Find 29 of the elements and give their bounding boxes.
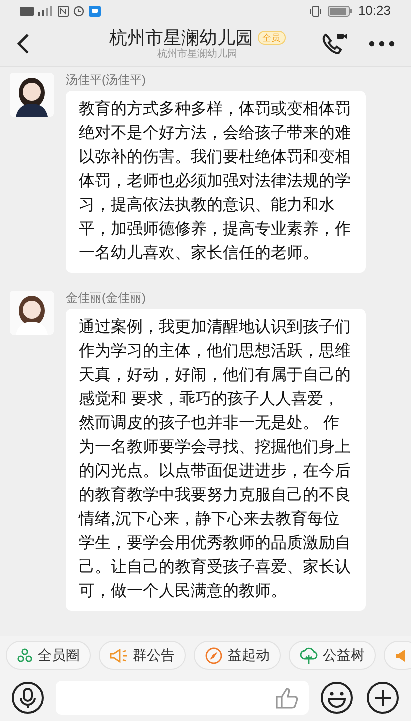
message-bubble: 教育的方式多种多样，体罚或变相体罚绝对不是个好方法，会给孩子带来的难以弥补的伤害。我们要杜绝体罚和变相体罚，老师也必须加强对法律法规的学习，提高依法执教的意识、能力和水平，加强师德修养，提高专业素养，作一名幼儿喜欢、家长信任的老师。 (66, 91, 366, 273)
message-bubble: 通过案例，我更加清醒地认识到孩子们作为学习的主体，他们思想活跃，思维天真，好动，好闹，他们有属于自己的感觉和 要求，乖巧的孩子人人喜爱，然而调皮的孩子也并非一无是处。 作为一名教师要学会寻找、挖掘他们身上的闪光点。以点带面促进进步，在今后的教育教学中我要努力克服自己的不良情绪,沉下心来，静下心来去教育每位学生，要学会用优秀教师的品质激励自己。让自己的教育受孩子喜爱、家长认可，做一个人民满意的教师。 (66, 309, 366, 611)
thumbs-up-icon[interactable] (275, 687, 299, 709)
sender-name: 汤佳平(汤佳平) (66, 73, 147, 87)
add-icon[interactable] (365, 680, 401, 716)
group-subtitle: 杭州市星澜幼儿园 (158, 49, 238, 61)
group-badge: 全员 (258, 31, 286, 45)
clock-time: 10:23 (358, 2, 391, 20)
signal-icon (38, 6, 54, 16)
alarm-icon (73, 5, 85, 17)
group-title: 杭州市星澜幼儿园 (110, 27, 254, 48)
battery-icon (328, 6, 352, 16)
voice-call-icon[interactable] (321, 31, 347, 57)
emoji-icon[interactable] (319, 680, 355, 716)
message-input-field[interactable] (56, 681, 309, 715)
sender-name: 金佳丽(金佳丽) (66, 291, 147, 305)
megaphone-icon (110, 648, 128, 662)
rocket-icon (205, 646, 223, 664)
shortcut-chip[interactable]: 群公告 (99, 641, 186, 670)
people-icon (17, 648, 33, 664)
shortcut-chip[interactable]: 益起动 (194, 641, 281, 670)
nfc-icon (58, 6, 69, 16)
shortcut-chip[interactable]: 公益树 (289, 641, 376, 670)
hd-icon (20, 6, 34, 16)
voice-input-icon[interactable] (10, 680, 46, 716)
message-icon (89, 6, 101, 16)
vibrate-icon (310, 6, 322, 16)
tree-icon (300, 647, 318, 664)
shortcut-chip[interactable]: 全员圈 (6, 641, 91, 670)
